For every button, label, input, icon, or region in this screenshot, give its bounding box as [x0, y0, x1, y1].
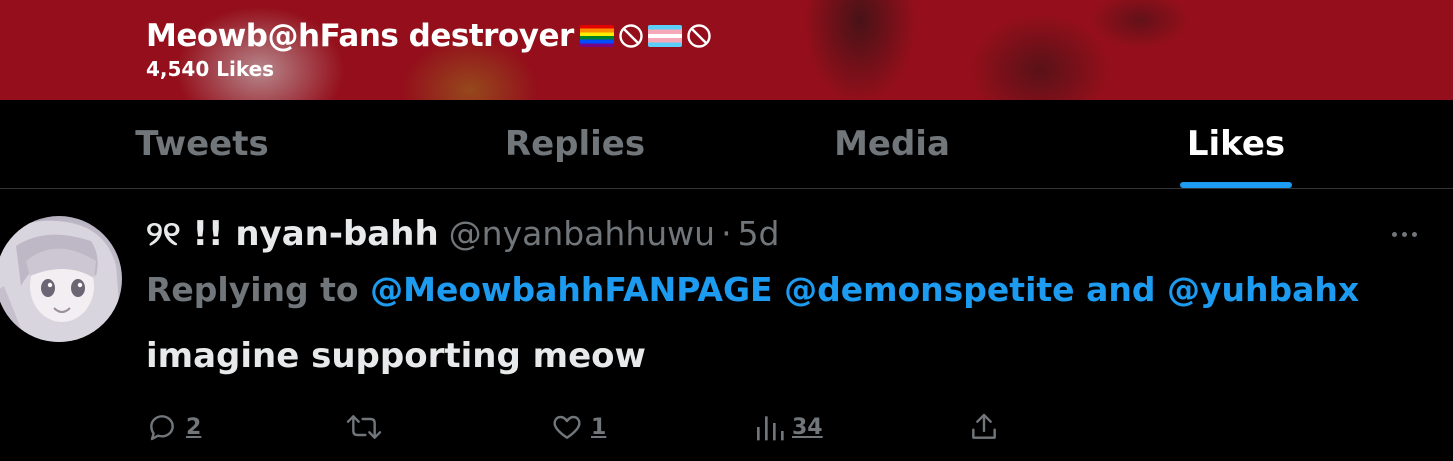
profile-display-name: Meowb@hFans destroyer — [146, 18, 574, 54]
tab-replies[interactable]: Replies — [475, 100, 675, 188]
replying-to-label: Replying to — [146, 270, 359, 309]
view-count: 34 — [792, 414, 823, 440]
tweet-text: imagine supporting meow — [146, 336, 646, 376]
tweet-actions: 2 1 34 — [0, 402, 1453, 452]
profile-tabs: Tweets Replies Media Likes — [0, 100, 1453, 189]
transgender-flag-icon — [647, 25, 682, 47]
tab-media[interactable]: Media — [792, 100, 992, 188]
mention-link[interactable]: @yuhbahx — [1167, 270, 1359, 309]
anime-girl-avatar-icon — [0, 220, 122, 342]
dot — [1392, 231, 1397, 237]
prohibited-icon — [619, 24, 643, 48]
conjunction-text: and — [1086, 270, 1156, 309]
prohibited-icon — [687, 24, 711, 48]
share-button[interactable] — [968, 402, 1000, 452]
profile-header-title: Meowb@hFans destroyer — [146, 18, 712, 54]
like-button[interactable]: 1 — [551, 402, 606, 452]
mention-link[interactable]: @demonspetite — [784, 270, 1074, 309]
retweet-icon — [346, 415, 382, 439]
retweet-button[interactable] — [345, 402, 391, 452]
tweet-handle[interactable]: @nyanbahhuwu — [449, 214, 715, 253]
share-icon — [972, 413, 996, 439]
replying-to-line: Replying to @MeowbahhFANPAGE @demonspeti… — [146, 270, 1359, 309]
reply-count: 2 — [186, 414, 202, 440]
avatar[interactable] — [0, 216, 122, 342]
tweet-header: ୨୧ !! nyan-bahh @nyanbahhuwu · 5d — [146, 214, 780, 254]
separator-dot: · — [721, 214, 732, 253]
tweet-display-name[interactable]: ୨୧ !! nyan-bahh — [146, 214, 439, 254]
more-options-icon[interactable] — [1392, 226, 1424, 242]
bar-chart-icon — [757, 416, 784, 441]
display-name-emojis — [579, 23, 712, 49]
dot — [1412, 231, 1417, 237]
active-tab-indicator — [1180, 182, 1292, 188]
reply-button[interactable]: 2 — [146, 402, 201, 452]
rainbow-flag-icon — [579, 25, 614, 47]
tweet-timestamp[interactable]: 5d — [738, 214, 780, 253]
heart-icon — [553, 415, 581, 439]
dot — [1402, 231, 1407, 237]
reply-icon — [150, 415, 174, 441]
profile-likes-count: 4,540 Likes — [146, 57, 275, 81]
like-count: 1 — [591, 414, 607, 440]
mention-link[interactable]: @MeowbahhFANPAGE — [370, 270, 773, 309]
tab-likes[interactable]: Likes — [1136, 100, 1336, 188]
tab-tweets[interactable]: Tweets — [102, 100, 302, 188]
views-button[interactable]: 34 — [754, 402, 823, 452]
profile-header-banner: Meowb@hFans destroyer 4,540 Likes — [0, 0, 1453, 100]
